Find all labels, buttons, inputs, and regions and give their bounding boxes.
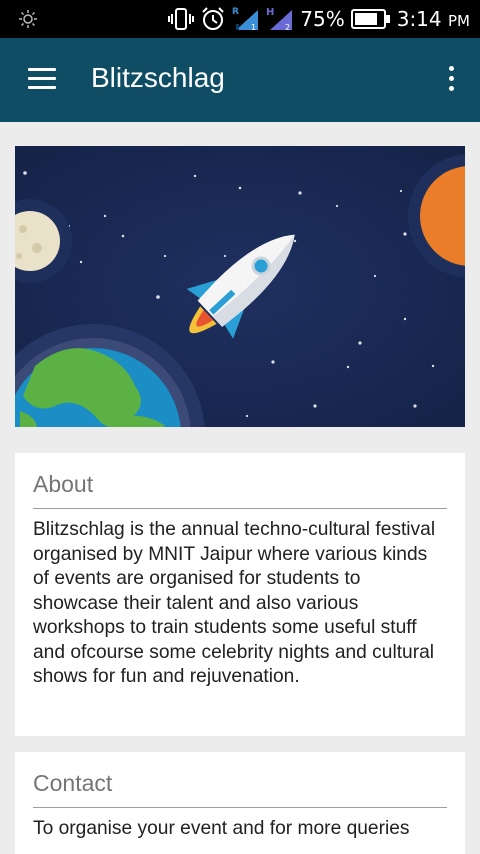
- svg-text:1: 1: [251, 23, 256, 32]
- hamburger-icon-line: [28, 77, 56, 80]
- menu-button[interactable]: [28, 68, 56, 92]
- clock-time: 3:14: [396, 7, 442, 31]
- signal-h-icon: H 2: [266, 7, 293, 32]
- battery-icon: [350, 9, 390, 29]
- overflow-dot: [448, 66, 454, 71]
- contact-body: To organise your event and for more quer…: [33, 818, 410, 839]
- clock: 3:14 PM: [397, 7, 470, 31]
- hamburger-icon-line: [28, 86, 56, 89]
- battery-percent: 75%: [300, 7, 345, 31]
- clock-ampm: PM: [448, 12, 470, 30]
- vibrate-icon: [168, 8, 195, 30]
- app-bar: Blitzschlag: [0, 38, 480, 122]
- brightness-icon: [19, 10, 37, 28]
- overflow-dot: [448, 86, 454, 91]
- signal-roaming-icon: R 1: [232, 7, 259, 32]
- about-body: Blitzschlag is the annual techno-cultura…: [33, 519, 436, 687]
- banner-image: [15, 146, 465, 427]
- hamburger-icon-line: [28, 68, 56, 71]
- svg-text:H: H: [266, 7, 274, 18]
- overflow-dot: [448, 76, 454, 81]
- about-title: About: [33, 471, 447, 509]
- svg-text:2: 2: [285, 23, 290, 32]
- contact-card: Contact To organise your event and for m…: [15, 752, 465, 854]
- alarm-icon: [202, 7, 224, 30]
- about-card: About Blitzschlag is the annual techno-c…: [15, 453, 465, 736]
- app-title: Blitzschlag: [91, 62, 225, 93]
- svg-text:R: R: [232, 7, 239, 17]
- status-bar: R 1 H 2 75% 3:14 PM: [0, 0, 480, 38]
- contact-title: Contact: [33, 770, 447, 808]
- more-options-button[interactable]: [446, 66, 456, 94]
- rocket-space-illustration: [15, 146, 465, 427]
